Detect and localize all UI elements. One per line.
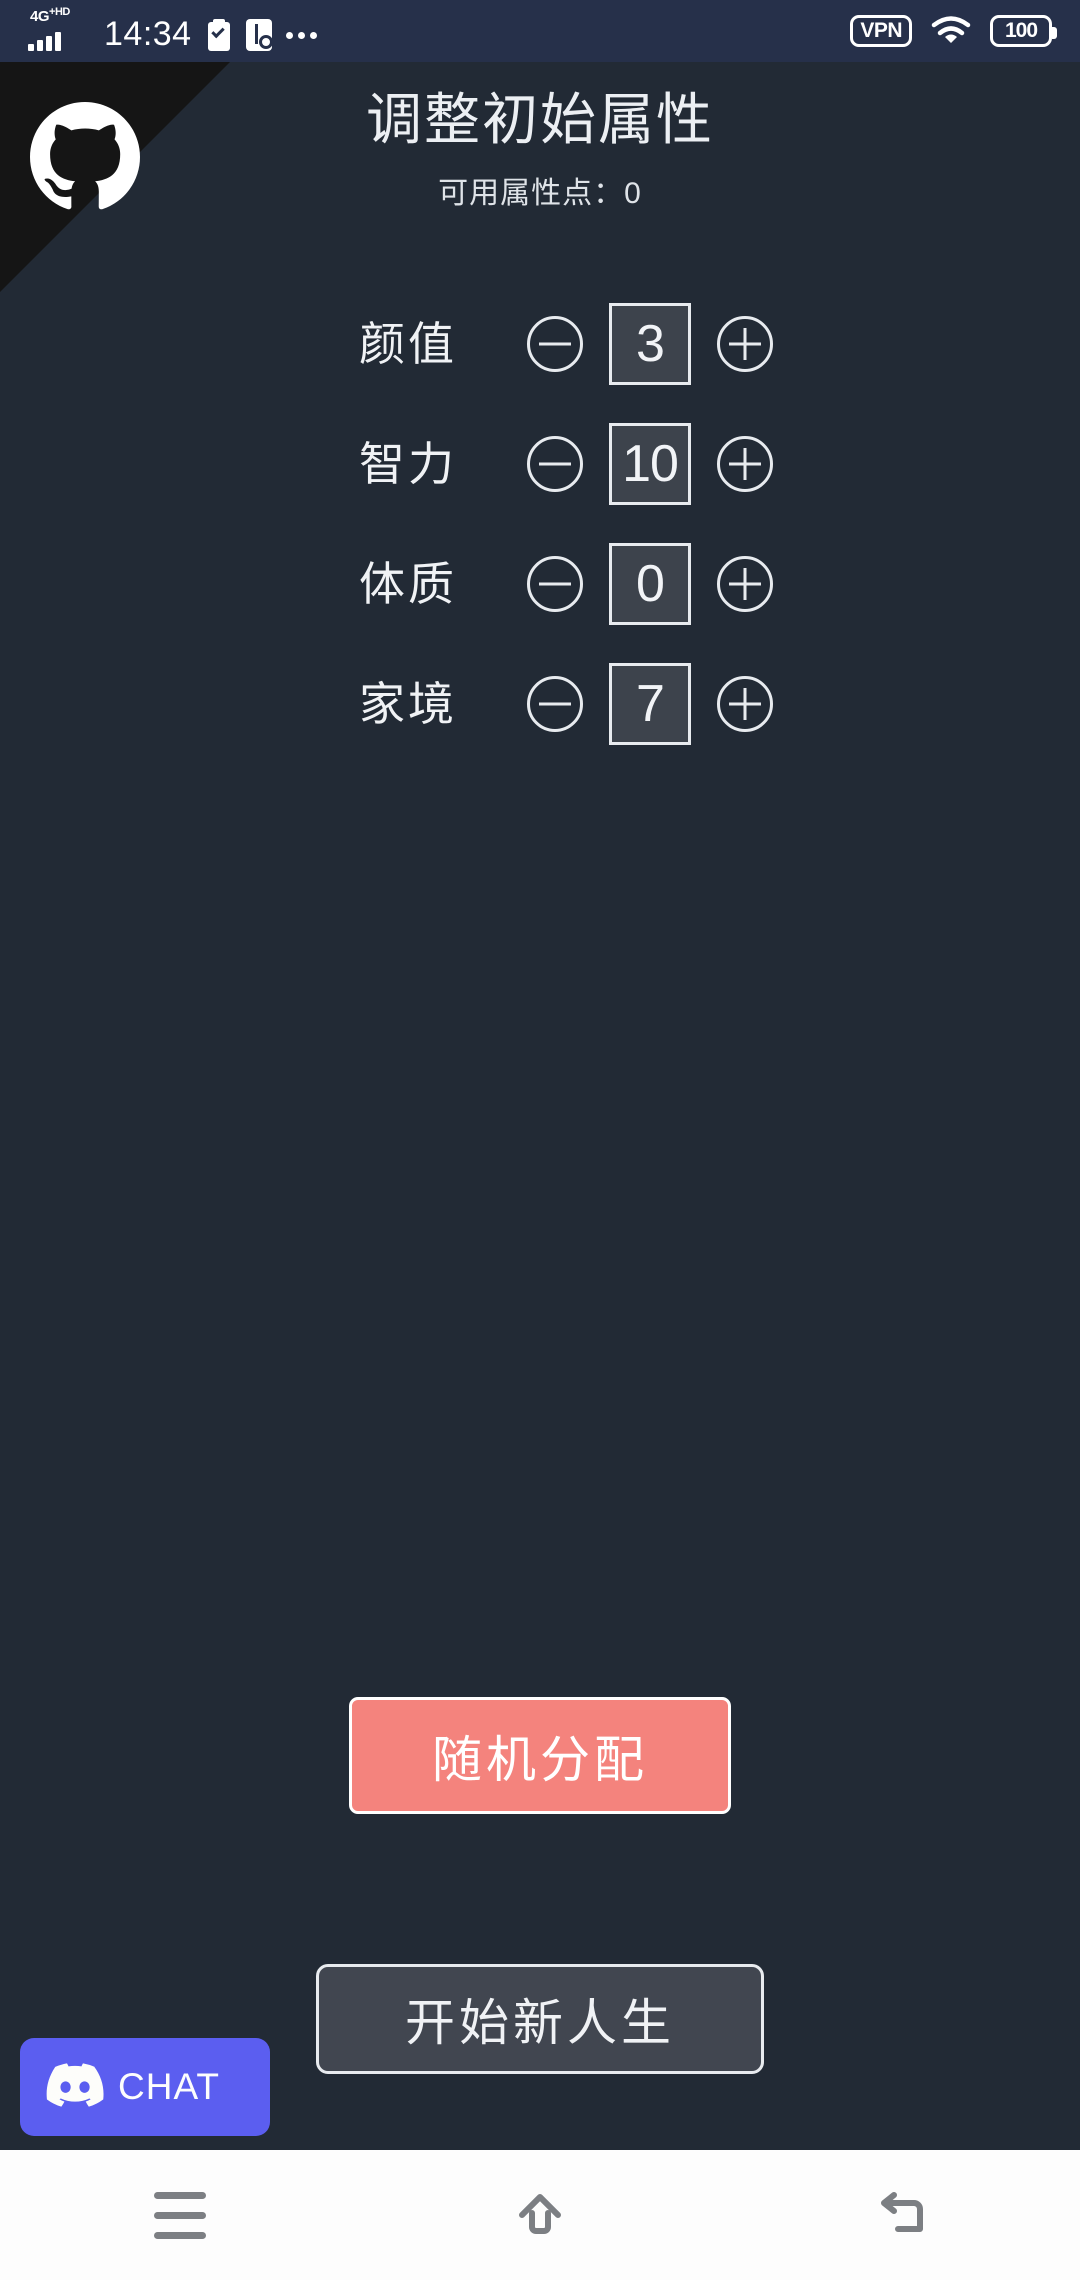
signal-icon: 4G+HD [28, 7, 90, 51]
attribute-list: 颜值 3 智力 10 体质 0 家境 7 [0, 303, 1080, 783]
attribute-value[interactable]: 0 [609, 543, 691, 625]
plus-circle-icon[interactable] [717, 316, 773, 372]
wifi-icon [930, 15, 972, 47]
battery-indicator: 100 [990, 14, 1057, 47]
home-arrow-icon[interactable] [465, 2150, 615, 2280]
attribute-label: 颜值 [359, 318, 457, 370]
start-new-life-button[interactable]: 开始新人生 [316, 1964, 764, 2074]
attribute-row-jiajing: 家境 7 [0, 663, 1080, 745]
vpn-badge: VPN [850, 14, 912, 48]
plus-circle-icon[interactable] [717, 436, 773, 492]
attribute-label: 家境 [359, 678, 457, 730]
network-type-label: 4G [30, 8, 50, 25]
minus-circle-icon[interactable] [527, 676, 583, 732]
discord-chat-widget[interactable]: CHAT [20, 2038, 270, 2136]
status-bar-clock: 14:34 [104, 15, 192, 53]
signal-bars-icon [28, 31, 61, 51]
attribute-label: 智力 [359, 438, 457, 490]
more-dots-icon [285, 19, 317, 51]
attribute-row-tizhi: 体质 0 [0, 543, 1080, 625]
android-nav-bar [0, 2150, 1080, 2280]
random-allocate-button[interactable]: 随机分配 [349, 1697, 731, 1814]
clipboard-check-icon [206, 19, 232, 51]
plus-circle-icon[interactable] [717, 556, 773, 612]
minus-circle-icon[interactable] [527, 436, 583, 492]
page-header: 调整初始属性 可用属性点：0 [0, 88, 1080, 212]
back-return-icon[interactable] [825, 2150, 975, 2280]
app-screen: 4G+HD 14:34 VPN 100 调整初始属性 可用属性点：0 颜值 3 … [0, 0, 1080, 2280]
status-bar-right: VPN 100 [850, 14, 1057, 48]
plus-circle-icon[interactable] [717, 676, 773, 732]
minus-circle-icon[interactable] [527, 556, 583, 612]
attribute-label: 体质 [359, 558, 457, 610]
discord-logo-icon [46, 2062, 104, 2112]
page-title: 调整初始属性 [366, 88, 714, 151]
attribute-value[interactable]: 10 [609, 423, 691, 505]
attribute-row-zhili: 智力 10 [0, 423, 1080, 505]
attribute-row-yanzhi: 颜值 3 [0, 303, 1080, 385]
network-type-sup: +HD [49, 6, 70, 18]
available-points-label: 可用属性点：0 [438, 177, 642, 211]
status-bar-left: 4G+HD 14:34 [28, 7, 317, 53]
status-bar: 4G+HD 14:34 VPN 100 [0, 0, 1080, 62]
usb-debug-icon [245, 19, 273, 51]
recents-menu-icon[interactable] [105, 2150, 255, 2280]
attribute-value[interactable]: 7 [609, 663, 691, 745]
attribute-value[interactable]: 3 [609, 303, 691, 385]
minus-circle-icon[interactable] [527, 316, 583, 372]
discord-chat-label: CHAT [118, 2066, 220, 2107]
